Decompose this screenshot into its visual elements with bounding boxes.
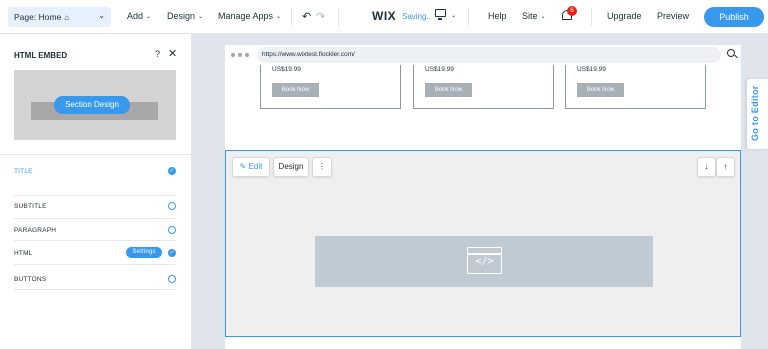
- wix-logo: WIX: [372, 9, 397, 23]
- window-dot: [231, 53, 235, 57]
- design-menu[interactable]: Design ⌄: [167, 11, 203, 21]
- edit-button[interactable]: ✎ Edit: [232, 157, 270, 177]
- divider: [14, 218, 176, 219]
- section-preview: Section Design: [14, 70, 176, 140]
- product-card[interactable]: US$19.99 Book Now: [565, 65, 706, 109]
- url-field[interactable]: https://www.wixtest.flockler.com/: [257, 47, 721, 63]
- divider: [338, 8, 339, 26]
- chevron-down-icon: ⌄: [98, 11, 105, 20]
- saving-status: Saving..: [402, 12, 431, 21]
- top-bar: Page: Home ⌂ ⌄ Add ⌄ Design ⌄ Manage App…: [0, 0, 768, 34]
- redo-icon[interactable]: ↷: [316, 10, 325, 23]
- add-menu-label: Add: [127, 11, 144, 21]
- code-glyph: </>: [475, 256, 494, 267]
- publish-button[interactable]: Publish: [704, 7, 764, 27]
- window-dot: [238, 53, 242, 57]
- add-menu[interactable]: Add ⌄: [127, 11, 151, 21]
- unchecked-circle-icon[interactable]: [168, 275, 176, 283]
- settings-button[interactable]: Settings: [126, 247, 162, 258]
- section-design-button[interactable]: Section Design: [54, 96, 130, 114]
- checkmark-icon[interactable]: ✓: [168, 249, 176, 257]
- site-menu[interactable]: Site ⌄: [522, 11, 546, 21]
- row-label: HTML: [14, 250, 33, 257]
- row-label: TITLE: [14, 168, 33, 175]
- product-card[interactable]: US$19.99 Book Now: [413, 65, 554, 109]
- help-icon[interactable]: ?: [155, 49, 160, 59]
- design-button[interactable]: Design: [273, 157, 309, 177]
- divider: [14, 289, 176, 290]
- preview-label: Preview: [657, 11, 690, 21]
- chevron-down-icon: ⌄: [198, 13, 204, 20]
- go-to-editor-label: Go to Editor: [750, 85, 760, 141]
- panel-title: HTML EMBED: [14, 51, 68, 60]
- undo-icon[interactable]: ↶: [302, 10, 311, 23]
- divider: [468, 8, 469, 26]
- code-icon-titlebar: [468, 253, 501, 255]
- desktop-monitor-icon[interactable]: [435, 9, 446, 20]
- card-price: US$19.99: [425, 66, 454, 73]
- site-canvas: US$19.99 Book Now US$19.99 Book Now US$1…: [225, 65, 741, 349]
- chevron-down-icon: ⌄: [146, 13, 152, 20]
- divider: [14, 195, 176, 196]
- book-now-button[interactable]: Book Now: [577, 83, 624, 97]
- page-selector-label: Page: Home: [14, 12, 62, 22]
- book-now-button[interactable]: Book Now: [272, 83, 319, 97]
- help-menu[interactable]: Help: [488, 11, 507, 21]
- upgrade-label: Upgrade: [607, 11, 642, 21]
- home-icon: ⌂: [64, 12, 70, 22]
- html-embed-panel: HTML EMBED ? ✕ Section Design TITLE ✓ SU…: [0, 34, 192, 349]
- row-label: BUTTONS: [14, 276, 47, 283]
- unchecked-circle-icon[interactable]: [168, 202, 176, 210]
- page-selector[interactable]: Page: Home ⌂ ⌄: [8, 7, 111, 27]
- manage-apps-menu[interactable]: Manage Apps ⌄: [218, 11, 281, 21]
- card-price: US$19.99: [577, 66, 606, 73]
- design-menu-label: Design: [167, 11, 196, 21]
- site-label: Site: [522, 11, 538, 21]
- zoom-icon[interactable]: [727, 49, 735, 57]
- preview-link[interactable]: Preview: [657, 11, 689, 21]
- help-label: Help: [488, 11, 507, 21]
- chevron-down-icon: ⌄: [276, 13, 282, 20]
- go-to-editor-tab[interactable]: Go to Editor: [747, 79, 768, 149]
- divider: [14, 264, 176, 265]
- divider: [291, 8, 292, 26]
- move-down-icon[interactable]: ↓: [697, 157, 716, 177]
- move-up-icon[interactable]: ↑: [716, 157, 735, 177]
- pencil-icon: ✎: [239, 162, 247, 171]
- book-now-button[interactable]: Book Now: [425, 83, 472, 97]
- chevron-down-icon: ⌄: [540, 13, 546, 20]
- html-embed-placeholder[interactable]: </>: [315, 236, 653, 287]
- row-label: PARAGRAPH: [14, 227, 57, 234]
- unchecked-circle-icon[interactable]: [168, 226, 176, 234]
- product-card[interactable]: US$19.99 Book Now: [260, 65, 401, 109]
- chevron-down-icon[interactable]: ⌄: [451, 12, 456, 19]
- html-embed-strip[interactable]: ✎ Edit Design ⋮ ↓ ↑ </>: [225, 150, 741, 337]
- divider: [591, 8, 592, 26]
- checkmark-icon[interactable]: ✓: [168, 167, 176, 175]
- edit-label: Edit: [248, 162, 263, 171]
- code-icon: </>: [467, 247, 502, 274]
- close-icon[interactable]: ✕: [168, 47, 177, 60]
- card-price: US$19.99: [272, 66, 301, 73]
- manage-apps-label: Manage Apps: [218, 11, 274, 21]
- row-label: SUBTITLE: [14, 203, 47, 210]
- divider: [0, 154, 192, 155]
- notification-badge: 6: [567, 6, 577, 16]
- more-icon[interactable]: ⋮: [312, 157, 332, 177]
- upgrade-link[interactable]: Upgrade: [607, 11, 642, 21]
- window-dot: [245, 53, 249, 57]
- browser-bar: https://www.wixtest.flockler.com/: [225, 45, 741, 65]
- divider: [14, 240, 176, 241]
